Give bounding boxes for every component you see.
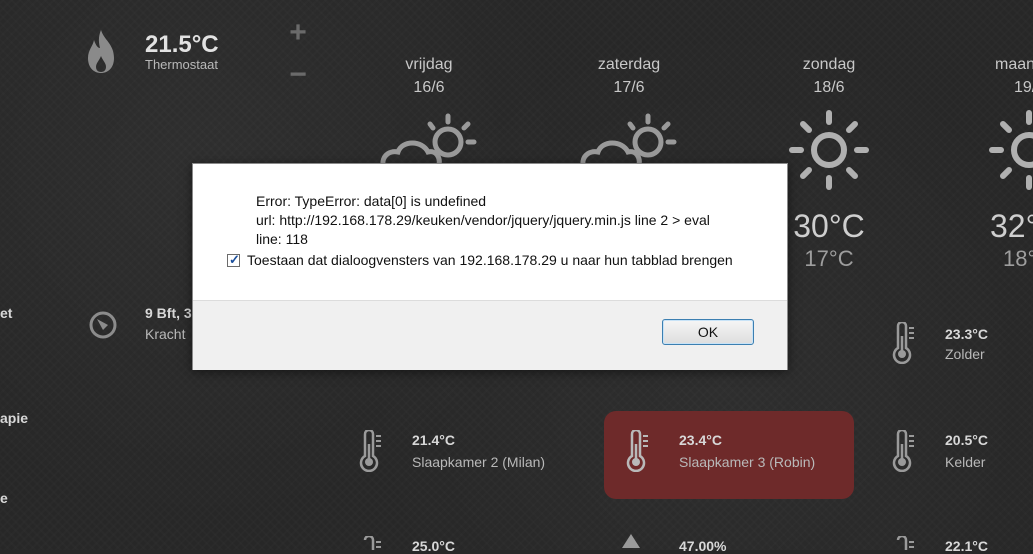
sun-icon <box>789 110 869 190</box>
sensor-value: 25.0°C <box>412 538 455 554</box>
sensor-value: 22.1°C <box>945 538 988 554</box>
water-drop-icon <box>622 534 640 548</box>
thermometer-icon <box>892 322 914 364</box>
forecast-day: zondag <box>802 56 856 73</box>
partly-cloudy-icon <box>580 113 677 168</box>
sensor-label: Kelder <box>945 454 986 470</box>
error-message: Error: TypeError: data[0] is undefined u… <box>256 192 710 249</box>
partly-cloudy-icon <box>380 113 477 168</box>
forecast-day: zaterdag <box>597 56 661 73</box>
forecast-day: maan <box>995 56 1033 73</box>
allow-dialogs-checkbox[interactable]: ✓ <box>227 251 240 267</box>
error-line-number: line: 118 <box>256 231 308 247</box>
sensor-label: Slaapkamer 3 (Robin) <box>679 454 816 470</box>
ok-button[interactable]: OK <box>662 319 754 345</box>
checkmark-icon: ✓ <box>229 251 240 267</box>
compass-icon <box>89 311 117 339</box>
thermostat-decrease-button[interactable]: − <box>283 60 313 90</box>
thermometer-icon <box>626 430 648 472</box>
thermostat-label: Thermostaat <box>145 57 218 72</box>
forecast-date: 16/6 <box>413 79 445 96</box>
sensor-value: 20.5°C <box>945 432 988 448</box>
sensor-label: Zolder <box>945 346 985 362</box>
error-dialog: Error: TypeError: data[0] is undefined u… <box>192 163 788 370</box>
sensor-value: 23.3°C <box>945 326 988 342</box>
flame-icon <box>88 30 114 73</box>
left-tile-label: e <box>0 490 8 506</box>
forecast-day: vrijdag <box>405 56 453 73</box>
thermostat-value: 21.5°C <box>145 31 219 58</box>
sensor-value: 21.4°C <box>412 432 455 448</box>
sensor-value: 23.4°C <box>679 432 722 448</box>
error-url-line: url: http://192.168.178.29/keuken/vendor… <box>256 212 710 228</box>
wind-label: Kracht <box>145 326 186 342</box>
wind-value: 9 Bft, 3 <box>145 305 192 321</box>
left-tile-label: apie <box>0 410 29 426</box>
thermostat-increase-button[interactable]: + <box>283 18 313 48</box>
forecast-date: 17/6 <box>613 79 645 96</box>
error-line: Error: TypeError: data[0] is undefined <box>256 193 487 209</box>
forecast-low: 18° <box>1003 246 1033 271</box>
forecast-date: 19/ <box>1014 79 1033 96</box>
dialog-footer: OK <box>193 300 787 370</box>
sensor-label: Slaapkamer 2 (Milan) <box>412 454 546 470</box>
forecast-high: 32° <box>990 208 1033 244</box>
left-tile-label: et <box>0 305 13 321</box>
sun-icon <box>989 110 1033 190</box>
thermometer-icon <box>892 430 914 472</box>
sensor-value: 47.00% <box>679 538 727 554</box>
thermometer-icon <box>896 536 914 550</box>
allow-dialogs-option[interactable]: ✓ Toestaan dat dialoogvensters van 192.1… <box>227 252 733 268</box>
forecast-date: 18/6 <box>813 79 845 96</box>
thermometer-icon <box>363 536 381 550</box>
allow-dialogs-label[interactable]: Toestaan dat dialoogvensters van 192.168… <box>247 252 733 268</box>
thermometer-icon <box>359 430 381 472</box>
